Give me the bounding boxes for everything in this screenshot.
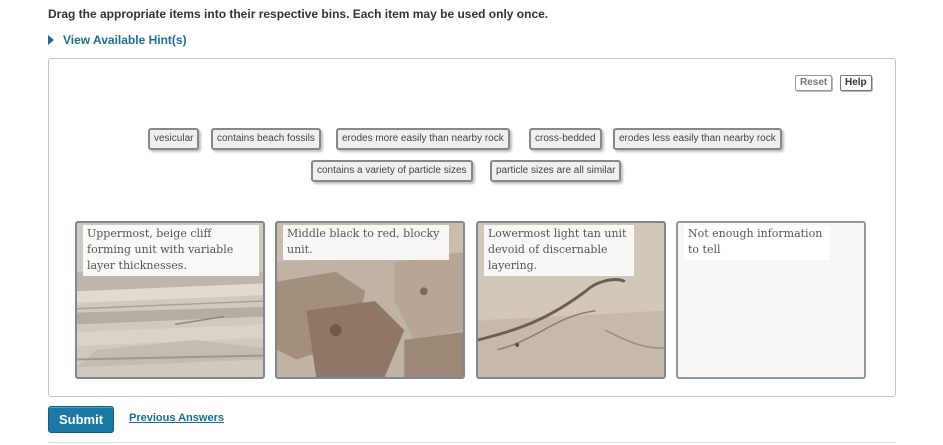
bin-middle-unit[interactable]: Middle black to red, blocky unit. <box>275 221 465 379</box>
drag-item-beach-fossils[interactable]: contains beach fossils <box>211 128 321 150</box>
reset-button[interactable]: Reset <box>795 75 833 91</box>
help-button[interactable]: Help <box>840 75 872 91</box>
view-hints-label: View Available Hint(s) <box>63 33 187 47</box>
submit-button[interactable]: Submit <box>48 406 114 433</box>
bin-lowermost-unit[interactable]: Lowermost light tan unit devoid of disce… <box>476 221 666 379</box>
drag-item-variety-particle-sizes[interactable]: contains a variety of particle sizes <box>311 160 473 182</box>
bin-middle-label: Middle black to red, blocky unit. <box>283 225 449 260</box>
view-hints-link[interactable]: View Available Hint(s) <box>48 33 187 47</box>
drag-item-cross-bedded[interactable]: cross-bedded <box>529 128 602 150</box>
previous-answers-link[interactable]: Previous Answers <box>129 412 224 424</box>
drag-item-erodes-less-easily[interactable]: erodes less easily than nearby rock <box>613 128 782 150</box>
expand-triangle-icon <box>48 35 54 45</box>
drag-item-particle-sizes-similar[interactable]: particle sizes are all similar <box>490 160 622 182</box>
bin-not-enough-info-label: Not enough information to tell <box>684 225 830 260</box>
drag-item-erodes-more-easily[interactable]: erodes more easily than nearby rock <box>336 128 510 150</box>
bin-not-enough-info[interactable]: Not enough information to tell <box>676 221 866 379</box>
drag-item-vesicular[interactable]: vesicular <box>148 128 200 150</box>
section-divider <box>48 442 896 443</box>
bin-lowermost-label: Lowermost light tan unit devoid of disce… <box>484 225 634 276</box>
bin-uppermost-unit[interactable]: Uppermost, beige cliff forming unit with… <box>75 221 265 379</box>
bin-uppermost-label: Uppermost, beige cliff forming unit with… <box>83 225 259 276</box>
instructions-text: Drag the appropriate items into their re… <box>48 7 549 21</box>
